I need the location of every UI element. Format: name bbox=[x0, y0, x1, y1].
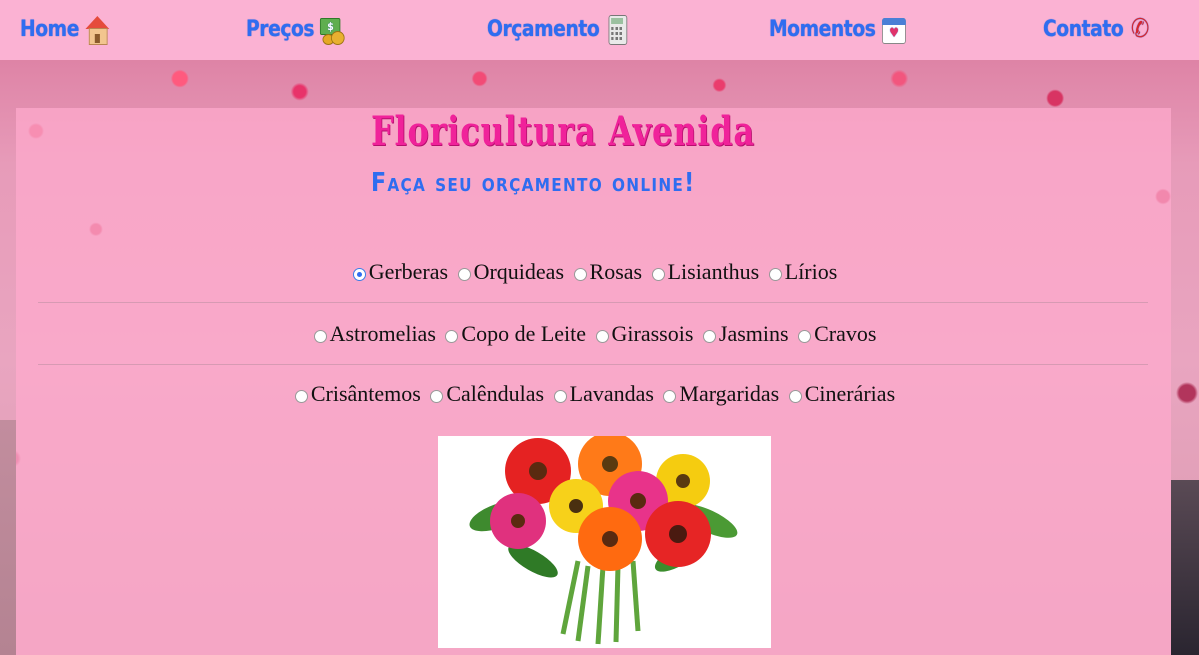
top-navbar: Home Preços $ Orçamento Momentos ♥ Conta… bbox=[0, 0, 1199, 60]
radio-copo-de-leite[interactable] bbox=[445, 330, 459, 343]
flower-option-rosas[interactable]: Rosas bbox=[570, 258, 643, 285]
radio-rosas[interactable] bbox=[573, 268, 587, 281]
flower-option-margaridas[interactable]: Margaridas bbox=[659, 381, 779, 407]
flower-option-astromelias[interactable]: Astromelias bbox=[310, 321, 436, 347]
radio-cravos[interactable] bbox=[798, 330, 812, 343]
nav-contato-label: Contato bbox=[1043, 16, 1124, 42]
flower-option-label: Calêndulas bbox=[446, 380, 545, 406]
calendar-icon: ♥ bbox=[881, 14, 907, 44]
page-subtitle: Faça seu orçamento online! bbox=[371, 168, 696, 198]
flower-option-lisianthus[interactable]: Lisianthus bbox=[648, 258, 760, 285]
radio-girassois[interactable] bbox=[595, 330, 609, 343]
flower-option-label: Lírios bbox=[784, 258, 838, 284]
flower-option-label: Lisianthus bbox=[667, 258, 760, 284]
flower-option-orquideas[interactable]: Orquideas bbox=[454, 259, 564, 285]
flower-option-cravos[interactable]: Cravos bbox=[794, 321, 876, 347]
radio-cinerarias[interactable] bbox=[788, 390, 802, 403]
background-left-edge bbox=[0, 420, 16, 655]
nav-orcamento-label: Orçamento bbox=[487, 16, 600, 42]
row-divider bbox=[38, 364, 1148, 365]
calculator-icon bbox=[604, 14, 630, 45]
flower-option-label: Astromelias bbox=[329, 320, 436, 346]
radio-margaridas[interactable] bbox=[663, 390, 677, 403]
flower-option-copo-de-leite[interactable]: Copo de Leite bbox=[441, 321, 586, 347]
flower-option-label: Jasmins bbox=[718, 320, 789, 346]
flower-option-lavandas[interactable]: Lavandas bbox=[550, 381, 654, 407]
flower-option-label: Cinerárias bbox=[804, 380, 896, 406]
radio-crisantemos[interactable] bbox=[294, 390, 308, 403]
flower-option-label: Girassois bbox=[611, 320, 694, 346]
page-title: Floricultura Avenida bbox=[371, 108, 755, 155]
bouquet-illustration bbox=[469, 436, 738, 645]
flower-option-label: Gerberas bbox=[368, 258, 449, 284]
radio-gerberas[interactable] bbox=[352, 268, 366, 281]
radio-lirios[interactable] bbox=[768, 268, 782, 281]
flower-options-row-1: Gerberas Orquideas Rosas Lisianthus Líri… bbox=[38, 258, 1148, 285]
radio-calendulas[interactable] bbox=[430, 390, 444, 403]
nav-precos-label: Preços bbox=[246, 16, 315, 42]
radio-jasmins[interactable] bbox=[702, 330, 716, 343]
flower-option-label: Rosas bbox=[589, 258, 643, 284]
radio-astromelias[interactable] bbox=[313, 330, 327, 343]
flower-option-gerberas[interactable]: Gerberas bbox=[349, 259, 448, 285]
flower-option-crisantemos[interactable]: Crisântemos bbox=[291, 381, 421, 407]
house-icon bbox=[84, 14, 110, 45]
radio-orquideas[interactable] bbox=[457, 268, 471, 281]
radio-lisianthus[interactable] bbox=[651, 268, 665, 281]
flower-option-label: Crisântemos bbox=[310, 380, 421, 406]
flower-option-label: Copo de Leite bbox=[461, 320, 587, 346]
nav-home-label: Home bbox=[20, 16, 79, 42]
background-right-edge bbox=[1171, 480, 1199, 655]
flower-option-cinerarias[interactable]: Cinerárias bbox=[785, 381, 895, 407]
nav-orcamento-link[interactable]: Orçamento bbox=[487, 14, 630, 45]
flower-option-label: Margaridas bbox=[679, 380, 780, 406]
flower-option-calendulas[interactable]: Calêndulas bbox=[426, 381, 544, 407]
radio-lavandas[interactable] bbox=[553, 390, 567, 403]
nav-momentos-label: Momentos bbox=[769, 16, 876, 42]
flower-options-row-2: Astromelias Copo de Leite Girassois Jasm… bbox=[38, 320, 1148, 347]
nav-contato-link[interactable]: Contato ✆ bbox=[1043, 14, 1154, 44]
row-divider bbox=[38, 302, 1148, 303]
flower-options-row-3: Crisântemos Calêndulas Lavandas Margarid… bbox=[38, 380, 1148, 407]
flower-option-label: Orquideas bbox=[473, 258, 565, 284]
flower-option-girassois[interactable]: Girassois bbox=[592, 320, 694, 347]
flower-option-jasmins[interactable]: Jasmins bbox=[699, 321, 789, 347]
flower-option-label: Cravos bbox=[814, 320, 877, 346]
money-icon: $ bbox=[319, 14, 345, 45]
phone-icon: ✆ bbox=[1130, 14, 1150, 44]
nav-home-link[interactable]: Home bbox=[20, 14, 110, 45]
flower-option-label: Lavandas bbox=[569, 380, 654, 406]
gerbera-bouquet-image bbox=[438, 436, 771, 648]
nav-momentos-link[interactable]: Momentos ♥ bbox=[769, 14, 907, 44]
flower-option-lirios[interactable]: Lírios bbox=[765, 258, 838, 285]
nav-precos-link[interactable]: Preços $ bbox=[246, 14, 345, 45]
